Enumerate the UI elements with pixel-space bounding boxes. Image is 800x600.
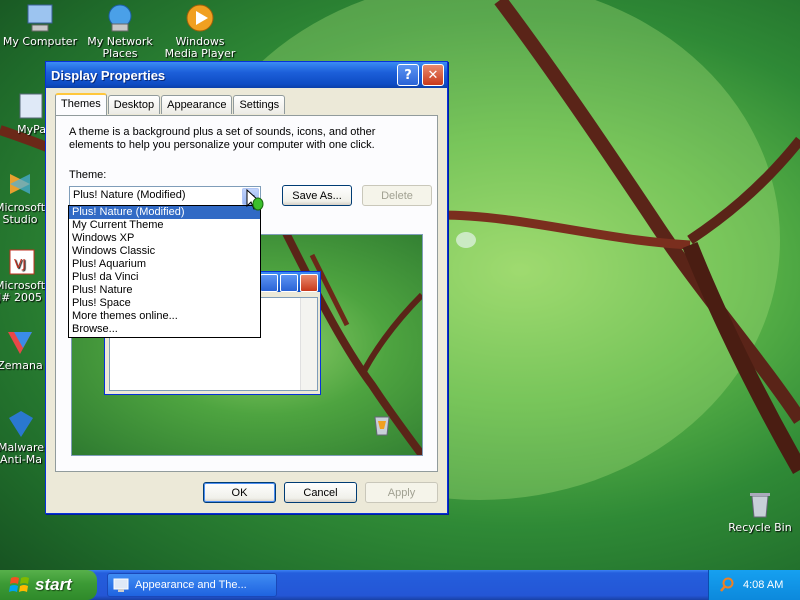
ok-button[interactable]: OK bbox=[203, 482, 276, 503]
shortcut-icon bbox=[14, 90, 46, 122]
studio-icon bbox=[4, 168, 36, 200]
dropdown-item[interactable]: My Current Theme bbox=[69, 219, 260, 232]
desktop-icon-malware[interactable]: Malware Anti-Ma bbox=[0, 408, 48, 466]
theme-label: Theme: bbox=[69, 169, 107, 181]
desktop-icon-mypa[interactable]: MyPa bbox=[0, 90, 46, 136]
delete-button[interactable]: Delete bbox=[362, 185, 432, 206]
close-icon bbox=[300, 274, 318, 292]
minimize-icon bbox=[260, 274, 278, 292]
tab-desktop[interactable]: Desktop bbox=[107, 95, 161, 114]
close-button[interactable]: ✕ bbox=[422, 64, 444, 86]
theme-select-value: Plus! Nature (Modified) bbox=[73, 189, 186, 201]
desktop-icon-network-places[interactable]: My Network Places bbox=[82, 2, 158, 60]
dropdown-item[interactable]: More themes online... bbox=[69, 310, 260, 323]
display-properties-icon bbox=[113, 578, 129, 592]
save-as-button[interactable]: Save As... bbox=[282, 185, 352, 206]
malware-icon bbox=[5, 408, 37, 440]
desktop-icon-media-player[interactable]: Windows Media Player bbox=[162, 2, 238, 60]
tab-appearance[interactable]: Appearance bbox=[161, 95, 233, 114]
desktop-icon-label: My Computer bbox=[2, 35, 78, 48]
help-button[interactable]: ? bbox=[397, 64, 419, 86]
taskbar: start Appearance and The... 4:08 AM bbox=[0, 570, 800, 600]
desktop-icon-recycle-bin[interactable]: Recycle Bin bbox=[722, 488, 798, 534]
tab-strip: Themes Desktop Appearance Settings bbox=[55, 93, 286, 115]
dropdown-item[interactable]: Windows Classic bbox=[69, 245, 260, 258]
desktop-icon-jsharp[interactable]: VJ Microsoft J# 2005 bbox=[0, 246, 46, 304]
dropdown-item[interactable]: Plus! da Vinci bbox=[69, 271, 260, 284]
dropdown-item[interactable]: Plus! Nature bbox=[69, 284, 260, 297]
zemana-icon bbox=[4, 326, 36, 358]
tab-settings[interactable]: Settings bbox=[233, 95, 286, 114]
desktop-icon-label: Microsoft Studio bbox=[0, 201, 46, 226]
desktop-icon-label: Recycle Bin bbox=[728, 521, 792, 534]
network-places-icon bbox=[104, 2, 136, 34]
dropdown-item[interactable]: Browse... bbox=[69, 323, 260, 336]
apply-button[interactable]: Apply bbox=[365, 482, 438, 503]
desktop-icon-label: My Network Places bbox=[87, 35, 153, 60]
cancel-button[interactable]: Cancel bbox=[284, 482, 357, 503]
busy-cursor-icon bbox=[246, 188, 264, 211]
desktop-icon-label: Zemana bbox=[0, 359, 43, 372]
dropdown-item[interactable]: Plus! Space bbox=[69, 297, 260, 310]
search-icon[interactable] bbox=[719, 577, 735, 593]
desktop-icon-label: Malware Anti-Ma bbox=[0, 441, 45, 466]
close-icon: ✕ bbox=[427, 67, 439, 83]
theme-description: A theme is a background plus a set of so… bbox=[69, 126, 376, 151]
preview-scrollbar bbox=[300, 298, 317, 390]
my-computer-icon bbox=[24, 2, 56, 34]
windows-logo-icon bbox=[9, 577, 29, 592]
help-icon: ? bbox=[404, 67, 412, 83]
desktop-icon-studio[interactable]: Microsoft Studio bbox=[0, 168, 46, 226]
recycle-bin-icon bbox=[744, 488, 776, 520]
theme-dropdown-list: Plus! Nature (Modified) My Current Theme… bbox=[68, 205, 261, 338]
clock[interactable]: 4:08 AM bbox=[743, 579, 783, 591]
jsharp-icon: VJ bbox=[4, 246, 36, 278]
maximize-icon bbox=[280, 274, 298, 292]
tab-themes[interactable]: Themes bbox=[55, 93, 107, 115]
title-bar[interactable]: Display Properties ? ✕ bbox=[46, 62, 447, 88]
start-label: start bbox=[35, 575, 72, 594]
theme-select[interactable]: Plus! Nature (Modified) bbox=[69, 186, 261, 207]
svg-text:VJ: VJ bbox=[14, 257, 26, 271]
dropdown-item[interactable]: Plus! Aquarium bbox=[69, 258, 260, 271]
desktop-icon-label: MyPa bbox=[17, 123, 46, 136]
window-title: Display Properties bbox=[51, 67, 166, 83]
desktop-icon-zemana[interactable]: Zemana bbox=[0, 326, 48, 372]
dropdown-item[interactable]: Windows XP bbox=[69, 232, 260, 245]
desktop-icon-label: Microsoft J# 2005 bbox=[0, 279, 46, 304]
taskbar-button-appearance[interactable]: Appearance and The... bbox=[107, 573, 277, 597]
recycle-bin-icon bbox=[374, 416, 390, 436]
start-button[interactable]: start bbox=[0, 570, 97, 600]
desktop-icon-label: Windows Media Player bbox=[164, 35, 236, 60]
taskbar-button-label: Appearance and The... bbox=[135, 579, 247, 591]
system-tray: 4:08 AM bbox=[708, 570, 800, 600]
media-player-icon bbox=[184, 2, 216, 34]
desktop-icon-my-computer[interactable]: My Computer bbox=[2, 2, 78, 48]
dropdown-item[interactable]: Plus! Nature (Modified) bbox=[69, 206, 260, 219]
